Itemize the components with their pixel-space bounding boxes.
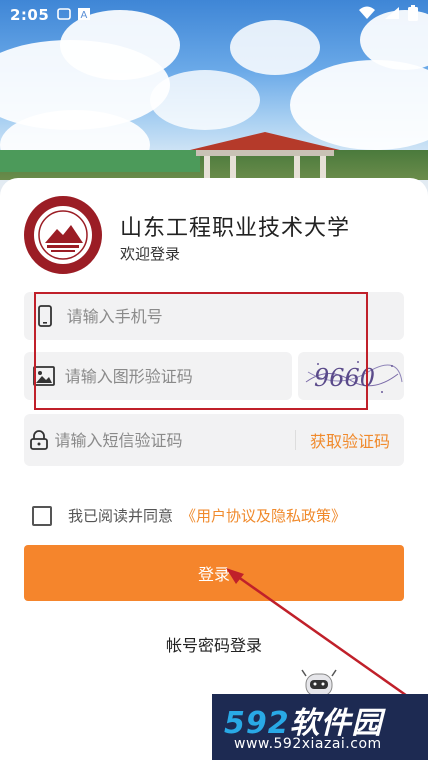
watermark-url: www.592xiazai.com: [234, 736, 382, 752]
site-watermark: 592软件园 www.592xiazai.com: [212, 694, 428, 760]
annotation-arrow: [226, 568, 411, 700]
